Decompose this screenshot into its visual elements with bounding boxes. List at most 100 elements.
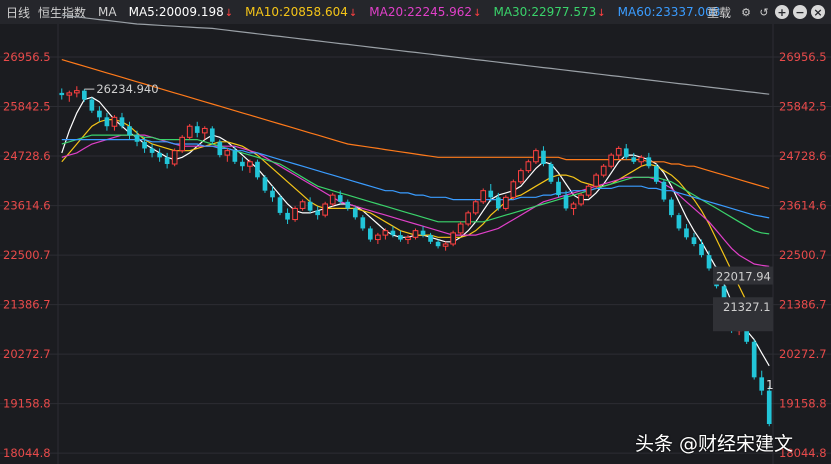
candle-body-down [488, 190, 494, 198]
candle-body-down [751, 341, 757, 378]
candle-body-up [186, 125, 193, 138]
y-tick-label-right: 25842.5 [779, 100, 827, 114]
candle-body-down [142, 141, 147, 149]
candle-body-down [89, 99, 95, 111]
candle-body-down [661, 181, 667, 200]
candle-body-down [59, 92, 65, 96]
candle-body-up [73, 90, 80, 94]
candle-body-up [247, 161, 253, 167]
candle-body-up [111, 116, 118, 127]
ma-line-ma120 [61, 59, 770, 189]
candle-body-down [337, 195, 343, 202]
candle-body-down [398, 235, 403, 240]
candle-body-up [638, 156, 645, 163]
y-tick-label-left: 20272.7 [3, 347, 51, 361]
candle-body-down [255, 161, 260, 178]
candle-body-up [510, 181, 517, 198]
candle-body-down [623, 148, 629, 158]
candle-body-up [533, 150, 539, 163]
y-tick-label-left: 21386.7 [3, 298, 51, 312]
candle-body-up [375, 234, 381, 241]
candle-body-up [600, 165, 607, 176]
last-candle-label: 1 [766, 378, 774, 392]
candle-body-up [518, 170, 524, 183]
ma-line-ma250 [61, 14, 770, 95]
candle-body-down [134, 135, 140, 142]
candle-body-down [706, 255, 712, 269]
y-axis-right: 26956.5 25842.5 24728.6 23614.6 22500.7 21386… [779, 50, 827, 460]
candle-body-down [684, 228, 689, 238]
candle-body-down [390, 230, 396, 236]
candle-body-down [541, 150, 546, 164]
candle-body-up [480, 190, 487, 203]
candle-body-down [345, 201, 351, 209]
candle-body-down [240, 161, 245, 167]
candle-body-up [457, 223, 464, 234]
y-tick-label-left: 22500.7 [3, 248, 51, 262]
y-tick-label-left: 24728.6 [3, 149, 51, 163]
candle-body-up [615, 147, 622, 156]
candle-body-down [157, 152, 162, 158]
candle-body-down [194, 126, 200, 133]
candle-body-down [82, 90, 87, 100]
y-tick-label-left: 25842.5 [3, 100, 51, 114]
candlestick-chart[interactable]: 26956.5 25842.5 24728.6 23614.6 22500.7 21386… [0, 0, 831, 464]
candle-body-up [502, 196, 509, 209]
candle-body-up [299, 201, 306, 209]
candle-body-down [285, 212, 290, 220]
candle-body-up [405, 236, 411, 241]
candle-body-up [224, 150, 231, 156]
candle-body-down [691, 237, 697, 244]
candle-body-down [631, 157, 637, 162]
y-tick-label-left: 23614.6 [3, 199, 51, 213]
y-tick-label-left: 18044.8 [3, 446, 51, 460]
chart-window: 日线 恒生指数 MA MA5:20009.198↓ MA10:20858.604… [0, 0, 831, 464]
candle-body-down [277, 197, 283, 213]
ma-line-ma20 [61, 134, 770, 267]
candle-body-down [654, 166, 659, 182]
candle-body-down [209, 128, 215, 142]
candle-body-down [97, 110, 102, 118]
y-axis-left: 26956.5 25842.5 24728.6 23614.6 22500.7 21386… [3, 50, 51, 460]
candle-body-down [495, 197, 501, 209]
candle-body-up [450, 232, 456, 245]
candle-body-down [127, 126, 132, 136]
high-label: 26234.940 [96, 82, 158, 96]
candle-body-down [149, 148, 155, 153]
candle-body-down [548, 164, 554, 182]
candle-body-down [104, 117, 110, 127]
candle-body-up [442, 243, 449, 247]
candle-body-down [759, 377, 765, 391]
candle-body-up [292, 207, 298, 221]
price-tag-label: 21327.1 [723, 300, 771, 314]
candle-body-up [66, 92, 73, 96]
candle-body-down [428, 235, 433, 242]
candle-body-up [412, 230, 419, 238]
candle-body-down [676, 215, 682, 229]
candles [59, 86, 772, 427]
candle-body-down [119, 117, 125, 127]
y-tick-label-right: 24728.6 [779, 149, 827, 163]
y-tick-label-right: 19158.8 [779, 397, 827, 411]
y-tick-label-right: 23614.6 [779, 199, 827, 213]
candle-body-down [556, 181, 561, 196]
candle-body-down [262, 177, 268, 191]
candle-body-up [578, 194, 584, 205]
candle-body-down [352, 208, 358, 218]
candle-body-up [201, 127, 208, 134]
candle-body-up [472, 201, 479, 214]
candle-body-up [608, 154, 615, 167]
candle-body-up [465, 212, 472, 225]
candle-body-down [217, 141, 223, 156]
candle-body-down [164, 157, 170, 164]
y-tick-label-left: 26956.5 [3, 50, 51, 64]
candle-body-down [315, 210, 320, 216]
candle-body-down [699, 244, 704, 256]
y-tick-label-right: 22500.7 [779, 248, 827, 262]
candle-body-down [307, 201, 313, 211]
candle-body-down [766, 390, 772, 424]
candle-body-up [570, 203, 577, 209]
candle-body-down [435, 241, 441, 247]
candle-body-up [382, 230, 389, 236]
candle-body-up [585, 185, 592, 196]
